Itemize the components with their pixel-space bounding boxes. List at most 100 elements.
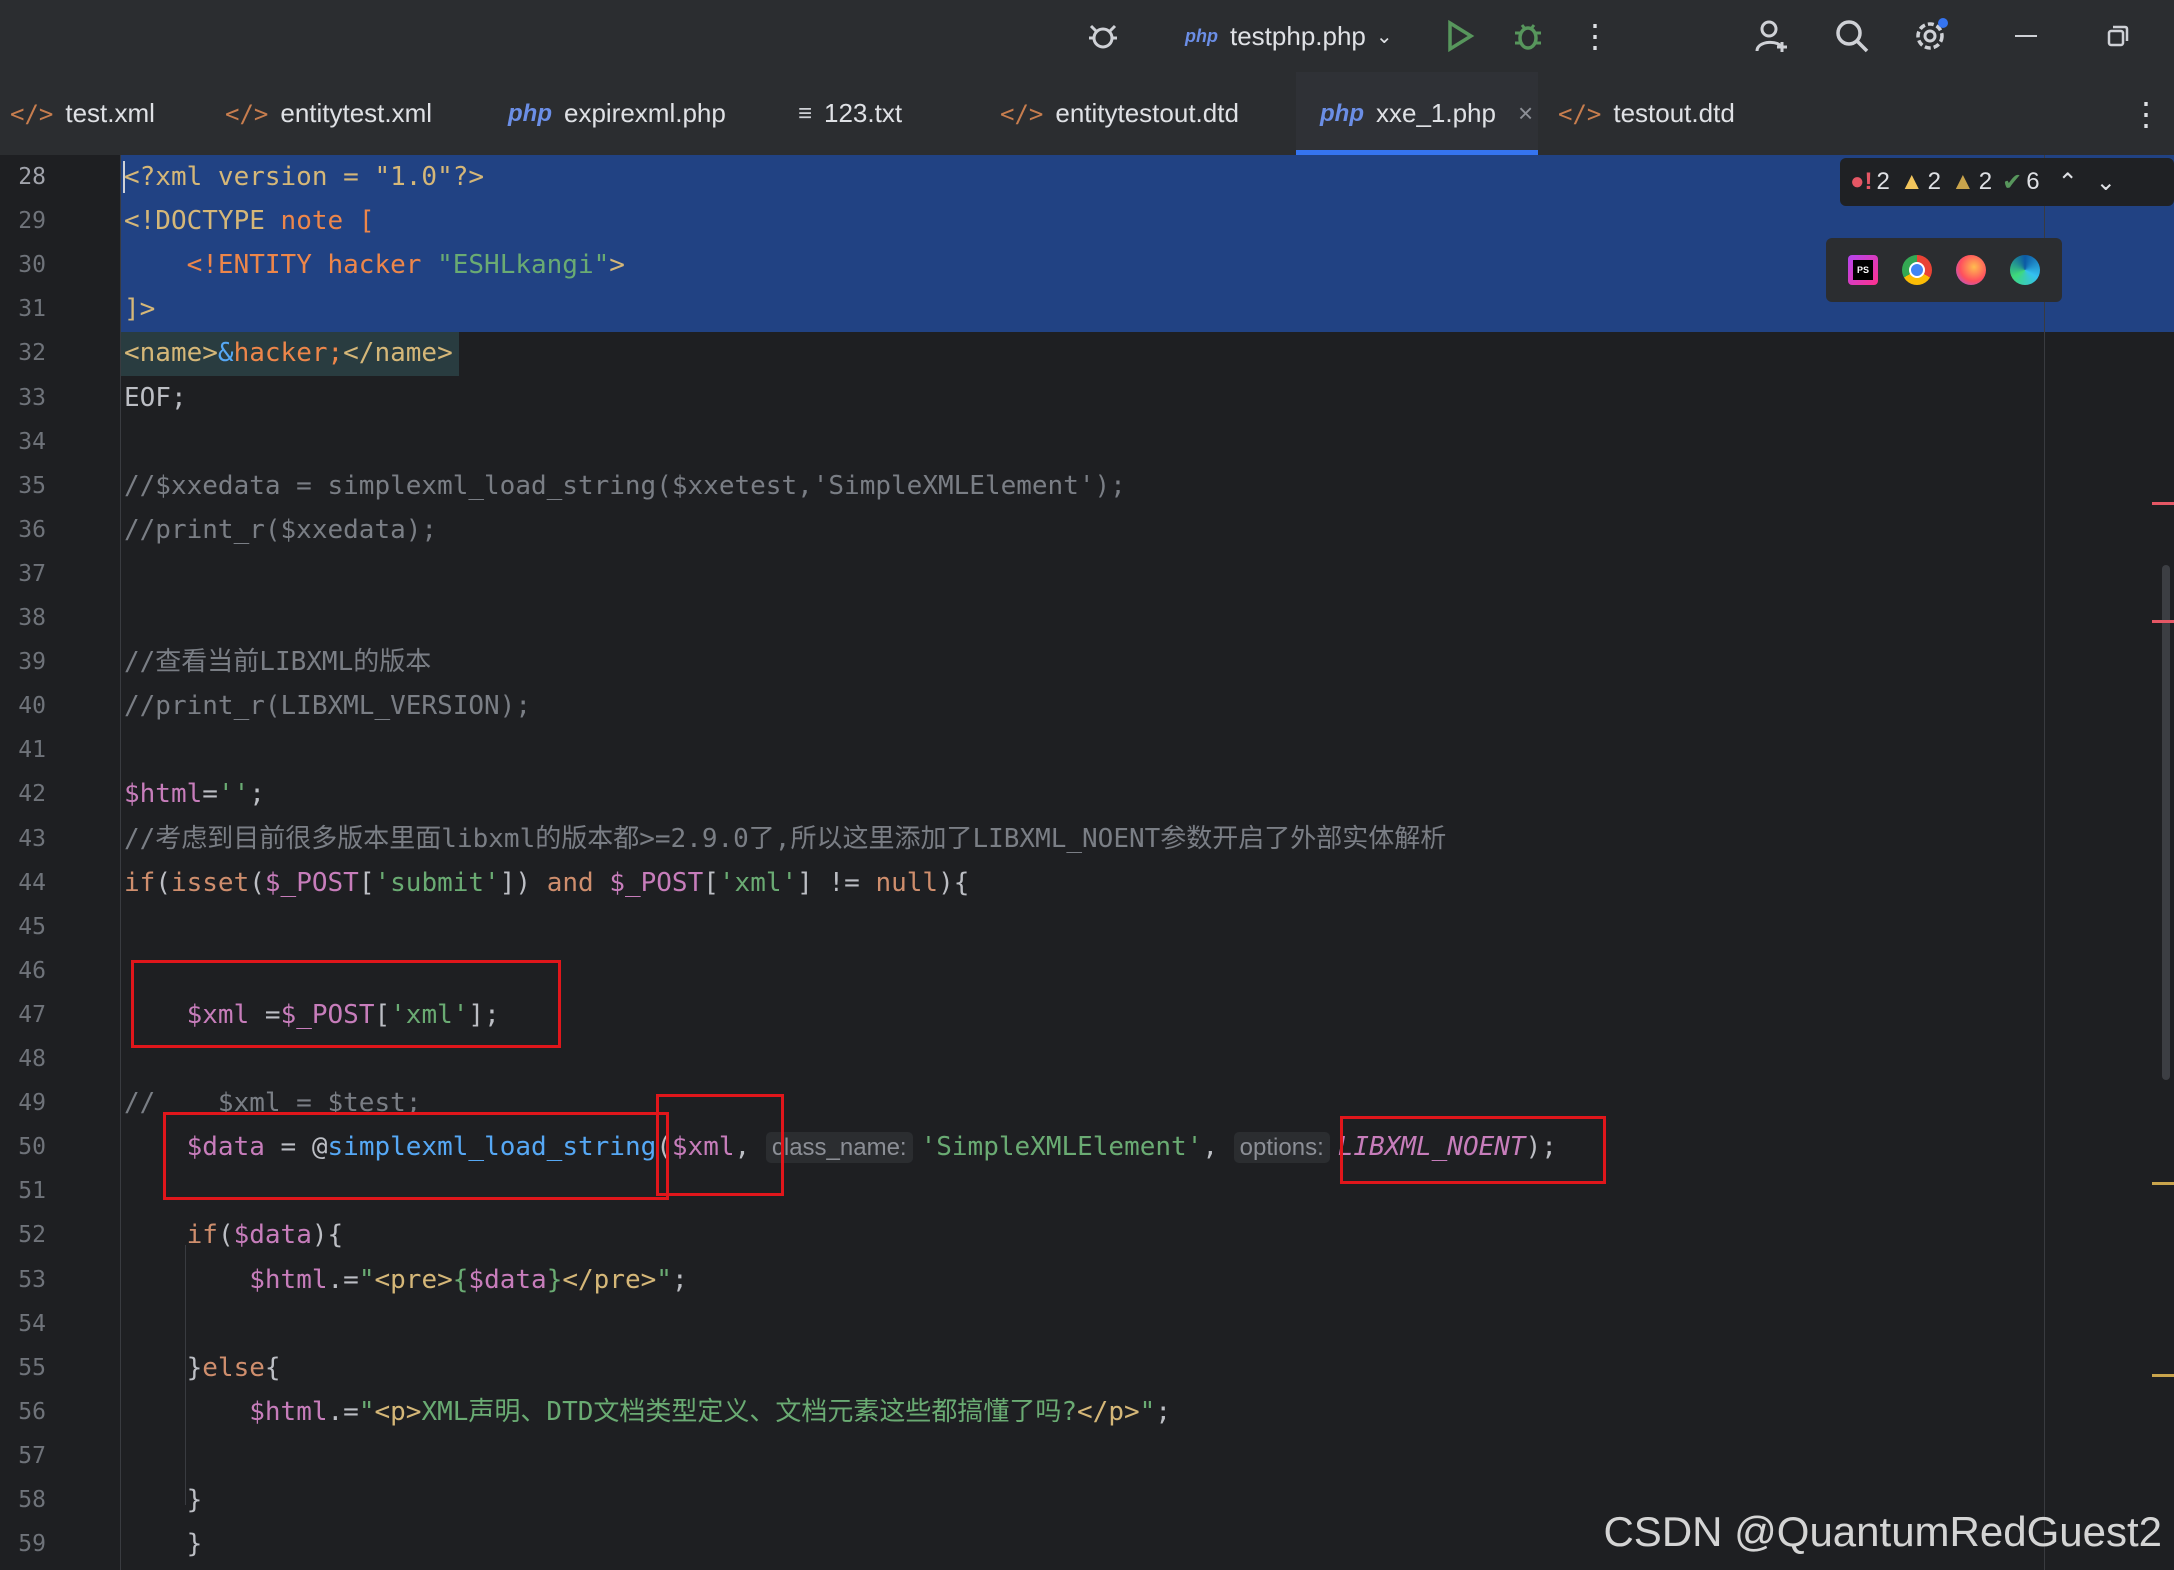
line-number[interactable]: 45	[0, 905, 46, 949]
line-number[interactable]: 46	[0, 949, 46, 993]
code-line[interactable]: <?xml version = "1.0"?>	[121, 155, 2021, 199]
code-line[interactable]: $html.="<p>XML声明、DTD文档类型定义、文档元素这些都搞懂了吗?<…	[121, 1390, 2021, 1434]
code-line[interactable]: $html='';	[121, 772, 2021, 816]
phpstorm-icon[interactable]: PS	[1848, 255, 1878, 285]
code-line[interactable]	[121, 420, 2021, 464]
minimize-icon[interactable]	[2008, 0, 2044, 72]
tab-xxe-1-php[interactable]: php xxe_1.php ×	[1296, 72, 1538, 155]
search-icon[interactable]	[1832, 0, 1872, 72]
run-icon[interactable]	[1440, 0, 1480, 72]
line-number[interactable]: 43	[0, 817, 46, 861]
vertical-scrollbar[interactable]	[2162, 565, 2170, 1080]
line-number[interactable]: 38	[0, 596, 46, 640]
error-marker[interactable]	[2152, 502, 2174, 505]
line-number[interactable]: 32	[0, 331, 46, 375]
code-token: hacker;	[233, 338, 344, 369]
line-number[interactable]: 49	[0, 1081, 46, 1125]
previous-problem-icon[interactable]: ⌃	[2058, 168, 2078, 197]
chrome-icon[interactable]	[1902, 255, 1932, 285]
line-number[interactable]: 35	[0, 464, 46, 508]
code-token: "	[656, 1264, 672, 1295]
code-line[interactable]	[121, 728, 2021, 772]
code-line[interactable]	[121, 1302, 2021, 1346]
run-config-selector[interactable]: php testphp.php ⌄	[1185, 0, 1395, 72]
line-number[interactable]: 52	[0, 1213, 46, 1257]
line-number[interactable]: 31	[0, 287, 46, 331]
php-file-icon: php	[1185, 25, 1218, 46]
add-user-icon[interactable]	[1752, 0, 1792, 72]
code-line[interactable]: if($data){	[121, 1213, 2021, 1257]
tab-expirexml-php[interactable]: php expirexml.php	[508, 72, 726, 155]
line-number[interactable]: 55	[0, 1346, 46, 1390]
code-line[interactable]: $html.="<pre>{$data}</pre>";	[121, 1258, 2021, 1302]
line-number[interactable]: 47	[0, 993, 46, 1037]
xml-file-icon: </>	[10, 99, 54, 128]
line-number[interactable]: 36	[0, 508, 46, 552]
tab-test-xml[interactable]: </> test.xml	[10, 72, 155, 155]
line-number[interactable]: 33	[0, 376, 46, 420]
warning-marker[interactable]	[2152, 1182, 2174, 1185]
chevron-down-icon: ⌄	[1375, 25, 1393, 48]
code-line[interactable]: //考虑到目前很多版本里面libxml的版本都>=2.9.0了,所以这里添加了L…	[121, 817, 2021, 861]
code-text: //考虑到目前很多版本里面libxml的版本都>=2.9.0了,所以这里添加了L…	[124, 817, 1446, 861]
tab-more-options-icon[interactable]: ⋮	[2130, 72, 2162, 155]
close-tab-icon[interactable]: ×	[1518, 98, 1533, 129]
code-line[interactable]: }else{	[121, 1346, 2021, 1390]
tab-testout-dtd[interactable]: </> testout.dtd	[1558, 72, 1735, 155]
firefox-icon[interactable]	[1956, 255, 1986, 285]
line-number[interactable]: 37	[0, 552, 46, 596]
line-number[interactable]: 53	[0, 1258, 46, 1302]
code-line[interactable]	[121, 905, 2021, 949]
code-line[interactable]	[121, 596, 2021, 640]
code-editor[interactable]: <?xml version = "1.0"?> <!DOCTYPE note [ …	[121, 155, 2174, 1570]
line-number[interactable]: 34	[0, 420, 46, 464]
line-number[interactable]: 28	[0, 155, 46, 199]
line-number[interactable]: 29	[0, 199, 46, 243]
code-token: {	[452, 1264, 469, 1295]
edge-icon[interactable]	[2010, 255, 2040, 285]
code-line[interactable]	[121, 1434, 2021, 1478]
code-line[interactable]: //$xxedata = simplexml_load_string($xxet…	[121, 464, 2021, 508]
code-line[interactable]	[121, 552, 2021, 596]
tab-label: expirexml.php	[563, 98, 726, 128]
line-number[interactable]: 30	[0, 243, 46, 287]
more-options-icon[interactable]: ⋮	[1579, 0, 1611, 72]
next-problem-icon[interactable]: ⌄	[2096, 168, 2116, 197]
code-token: }	[124, 1485, 203, 1515]
restore-window-icon[interactable]	[2100, 0, 2136, 72]
code-line[interactable]: if(isset($_POST['submit']) and $_POST['x…	[121, 861, 2021, 905]
code-line[interactable]: //print_r(LIBXML_VERSION);	[121, 684, 2021, 728]
tab-entitytestout-dtd[interactable]: </> entitytestout.dtd	[1000, 72, 1239, 155]
code-line[interactable]: //查看当前LIBXML的版本	[121, 640, 2021, 684]
code-line[interactable]: ]>	[121, 287, 2021, 331]
code-line[interactable]: <name>&hacker;</name>	[121, 331, 2021, 375]
line-number[interactable]: 39	[0, 640, 46, 684]
code-text: }else{	[124, 1346, 281, 1390]
inspection-widget[interactable]: ●! 2 ▲ 2 ▲ 2 ✔ 6 ⌃ ⌄	[1840, 158, 2174, 206]
line-number[interactable]: 54	[0, 1302, 46, 1346]
code-line[interactable]: <!DOCTYPE note [	[121, 199, 2021, 243]
code-line[interactable]: EOF;	[121, 376, 2021, 420]
line-number[interactable]: 51	[0, 1169, 46, 1213]
code-line[interactable]: <!ENTITY hacker "ESHLkangi">	[121, 243, 2021, 287]
code-token: ,	[1202, 1132, 1234, 1163]
tab-123-txt[interactable]: ≡ 123.txt	[798, 72, 902, 155]
line-number[interactable]: 59	[0, 1522, 46, 1566]
line-number[interactable]: 48	[0, 1037, 46, 1081]
line-number[interactable]: 40	[0, 684, 46, 728]
line-number[interactable]: 50	[0, 1125, 46, 1169]
line-number[interactable]: 57	[0, 1434, 46, 1478]
code-line[interactable]: //print_r($xxedata);	[121, 508, 2021, 552]
line-number[interactable]: 41	[0, 728, 46, 772]
settings-gear-icon[interactable]	[1910, 0, 1950, 72]
debug-icon[interactable]	[1508, 0, 1548, 72]
line-number[interactable]: 58	[0, 1478, 46, 1522]
code-token: //$xxedata = simplexml_load_string($xxet…	[124, 470, 1126, 501]
warning-marker[interactable]	[2152, 1374, 2174, 1377]
debug-listen-icon[interactable]	[1075, 0, 1131, 72]
error-marker[interactable]	[2152, 620, 2174, 623]
line-number[interactable]: 44	[0, 861, 46, 905]
line-number[interactable]: 42	[0, 772, 46, 816]
tab-entitytest-xml[interactable]: </> entitytest.xml	[225, 72, 432, 155]
line-number[interactable]: 56	[0, 1390, 46, 1434]
